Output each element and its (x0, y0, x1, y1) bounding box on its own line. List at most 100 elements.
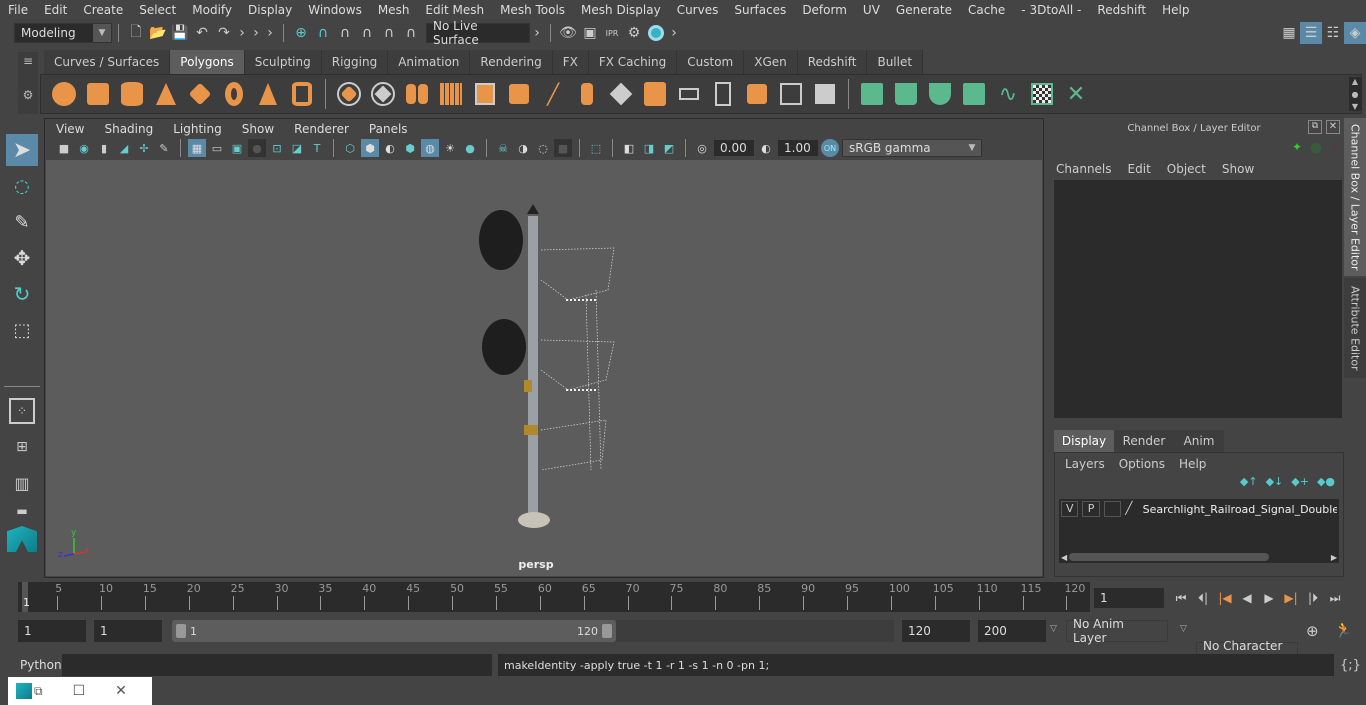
playback-start-field[interactable]: 1 (94, 620, 162, 642)
ipr-render-icon[interactable]: IPR (601, 22, 623, 44)
shelf-tab-custom[interactable]: Custom (677, 50, 745, 74)
camera-attributes-icon[interactable]: ◉ (75, 139, 93, 157)
multicut-icon[interactable] (572, 79, 602, 109)
layer-row[interactable]: V P ╱ Searchlight_Railroad_Signal_Double… (1059, 499, 1339, 519)
graph-persp-layout-icon[interactable]: ▬ (6, 503, 38, 519)
layer-name[interactable]: Searchlight_Railroad_Signal_Double_ (1143, 503, 1337, 516)
step-back-key-icon[interactable]: |◀ (1214, 588, 1236, 608)
shelf-tab-polygons[interactable]: Polygons (170, 50, 245, 74)
command-input[interactable] (62, 654, 492, 676)
command-language-label[interactable]: Python (20, 658, 62, 672)
scroll-left-icon[interactable]: ◀ (1061, 553, 1067, 562)
smooth-shade-icon[interactable]: ⬢ (361, 139, 379, 157)
combine-icon[interactable] (334, 79, 364, 109)
scale-tool-icon[interactable]: ⬚ (6, 314, 38, 346)
menu-uv[interactable]: UV (855, 3, 888, 17)
render-view-icon[interactable]: 👁 (557, 22, 579, 44)
maximize-icon[interactable]: ☐ (73, 683, 86, 699)
save-scene-icon[interactable]: 💾 (169, 22, 191, 44)
menu-mesh-display[interactable]: Mesh Display (573, 3, 669, 17)
paint-select-tool-icon[interactable]: ✎ (6, 206, 38, 238)
render-frame-icon[interactable]: ▣ (579, 22, 601, 44)
screen-space-ao-icon[interactable]: ☠ (494, 139, 512, 157)
lights-icon[interactable]: ☀ (441, 139, 459, 157)
menu-generate[interactable]: Generate (888, 3, 960, 17)
close-icon[interactable]: ✕ (1326, 120, 1340, 134)
viewport-menu-renderer[interactable]: Renderer (284, 122, 359, 136)
shelf-tab-fx[interactable]: FX (552, 50, 589, 74)
shadows-icon[interactable]: ● (461, 139, 479, 157)
3d-viewport[interactable]: y x z persp (46, 160, 1042, 576)
time-slider[interactable]: 1 5 10 15 20 25 30 35 40 45 50 55 60 65 70 75 80 85 90 95 1… (18, 582, 1090, 612)
shelf-tab-bullet[interactable]: Bullet (867, 50, 924, 74)
menu-create[interactable]: Create (75, 3, 131, 17)
layer-playback-toggle[interactable]: P (1082, 501, 1100, 517)
layer-tab-display[interactable]: Display (1054, 430, 1114, 452)
play-forwards-icon[interactable]: ▶ (1258, 588, 1280, 608)
merge-icon[interactable] (708, 79, 738, 109)
textured-icon[interactable]: ◍ (421, 139, 439, 157)
menu-cache[interactable]: Cache (960, 3, 1013, 17)
xray-icon[interactable]: ◧ (620, 139, 638, 157)
float-panel-icon[interactable]: ⧉ (1308, 120, 1322, 134)
collapse-arrow-icon[interactable]: › (667, 22, 681, 44)
new-empty-layer-icon[interactable]: ◆+ (1291, 475, 1309, 495)
snap-live-icon[interactable]: ∩ (400, 22, 422, 44)
menu-file[interactable]: File (0, 3, 36, 17)
poly-cylinder-icon[interactable] (117, 79, 147, 109)
new-scene-icon[interactable]: 🗋 (125, 22, 147, 44)
layer-display-type-toggle[interactable] (1103, 501, 1122, 517)
menu-redshift[interactable]: Redshift (1089, 3, 1154, 17)
film-gate-icon[interactable]: ▭ (208, 139, 226, 157)
channel-box-menu-channels[interactable]: Channels (1056, 162, 1112, 176)
new-layer-from-selected-icon[interactable]: ◆● (1317, 475, 1335, 495)
menu-3dtoall[interactable]: - 3DtoAll - (1013, 3, 1089, 17)
scroll-thumb[interactable] (1069, 553, 1270, 561)
viewport-menu-panels[interactable]: Panels (359, 122, 418, 136)
poly-sphere-icon[interactable] (49, 79, 79, 109)
viewport-menu-shading[interactable]: Shading (94, 122, 163, 136)
restore-icon[interactable]: ⧉ (34, 684, 43, 699)
auto-key-icon[interactable]: ⊕ (1306, 622, 1319, 640)
camera-select-icon[interactable]: ■ (55, 139, 73, 157)
lasso-tool-icon[interactable]: ◌ (6, 170, 38, 202)
move-tool-icon[interactable]: ✥ (6, 242, 38, 274)
bevel-icon[interactable] (504, 79, 534, 109)
four-view-layout-icon[interactable]: ⊞ (6, 431, 38, 463)
side-tab-channel-box[interactable]: Channel Box / Layer Editor (1344, 118, 1366, 276)
snap-curve-icon[interactable]: ∩ (312, 22, 334, 44)
snap-grid-icon[interactable]: ⊕ (290, 22, 312, 44)
menu-curves[interactable]: Curves (669, 3, 727, 17)
depth-of-field-icon[interactable]: ■ (554, 139, 572, 157)
menu-surfaces[interactable]: Surfaces (726, 3, 794, 17)
snap-view-plane-icon[interactable]: ∩ (356, 22, 378, 44)
channel-box-menu-object[interactable]: Object (1167, 162, 1206, 176)
layer-color-swatch[interactable]: ╱ (1125, 501, 1140, 517)
channel-box-toggle-icon[interactable]: ◈ (1344, 22, 1366, 44)
menu-display[interactable]: Display (240, 3, 300, 17)
tool-settings-toggle-icon[interactable]: ☷ (1322, 22, 1344, 44)
menu-select[interactable]: Select (131, 3, 184, 17)
animation-start-field[interactable]: 1 (18, 620, 86, 642)
step-back-frame-icon[interactable]: ⏴| (1192, 588, 1214, 608)
shelf-tab-animation[interactable]: Animation (388, 50, 471, 74)
modeling-toolkit-icon[interactable]: ▦ (1278, 22, 1300, 44)
anim-layer-dropdown[interactable]: No Anim Layer (1066, 617, 1168, 645)
select-tool-icon[interactable]: ➤ (6, 134, 38, 166)
xray-joints-icon[interactable]: ◩ (660, 139, 678, 157)
attribute-editor-toggle-icon[interactable]: ☰ (1300, 22, 1322, 44)
scroll-right-icon[interactable]: ▶ (1331, 553, 1337, 562)
xray-active-components-icon[interactable]: ◨ (640, 139, 658, 157)
shelf-menu-icon[interactable]: ≡ (18, 54, 38, 68)
current-frame-field[interactable]: 1 (1094, 588, 1164, 608)
speed-icon[interactable]: ● (1310, 140, 1322, 156)
collapse-arrow-icon[interactable]: › (235, 22, 249, 44)
image-plane-icon[interactable]: ◢ (115, 139, 133, 157)
safe-title-icon[interactable]: T (308, 139, 326, 157)
insert-edge-loop-icon[interactable] (776, 79, 806, 109)
poly-cone-icon[interactable] (151, 79, 181, 109)
layer-menu-help[interactable]: Help (1179, 457, 1206, 471)
cut-sew-uv-icon[interactable]: ✕ (1061, 79, 1091, 109)
live-surface-field[interactable]: No Live Surface (426, 19, 530, 47)
range-slider[interactable]: 1 120 (172, 620, 616, 642)
